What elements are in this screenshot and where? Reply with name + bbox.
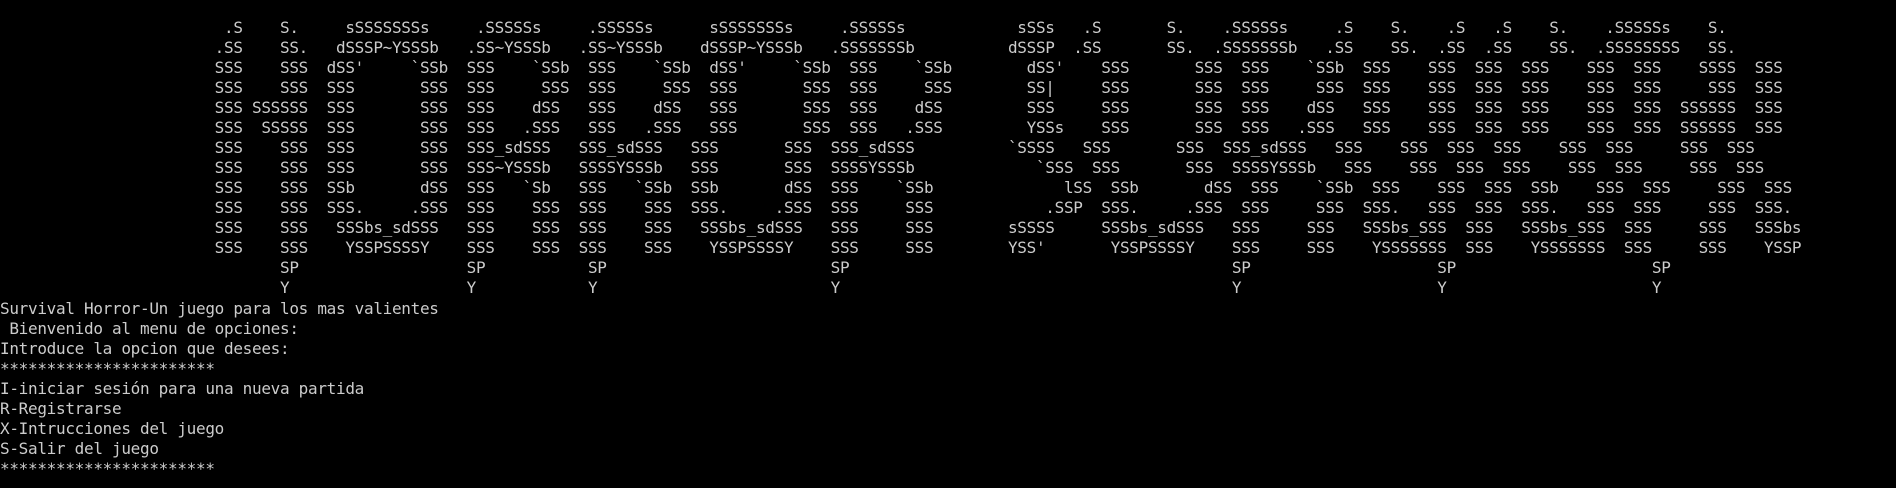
menu-option-login: I-iniciar sesión para una nueva partida (0, 379, 364, 398)
banner-line: SSS SSS dSS' `SSb SSS `SSb SSS `SSb dSS'… (0, 58, 1783, 77)
separator-top: *********************** (0, 359, 215, 378)
banner-line: SSS SSS SSS. .SSS SSS SSS SSS SSS SSS. .… (0, 198, 1793, 217)
console-window: .S S. sSSSSSSSs .SSSSSs .SSSSSs sSSSSSSS… (0, 0, 1896, 488)
menu-option-instructions: X-Intrucciones del juego (0, 419, 224, 438)
banner-line: SSS SSS SSS SSS SSS~YSSSb SSSSYSSSb SSS … (0, 158, 1765, 177)
menu-option-register: R-Registrarse (0, 399, 122, 418)
input-prompt: Introduce la opcion que desees: (0, 339, 290, 358)
banner-line: Y Y Y Y Y Y Y (0, 278, 1662, 297)
game-title: Survival Horror-Un juego para los mas va… (0, 299, 439, 318)
banner-line: SSS SSS YSSPSSSSY SSS SSS SSS SSS YSSPSS… (0, 238, 1802, 257)
menu-option-exit: S-Salir del juego (0, 439, 159, 458)
banner-line: SSS SSS SSS SSS SSS SSS SSS SSS SSS SSS … (0, 78, 1783, 97)
banner-line: SSS SSS SSb dSS SSS `Sb SSS `SSb SSb dSS… (0, 178, 1793, 197)
banner-line: SSS SSS SSSbs_sdSSS SSS SSS SSS SSS SSSb… (0, 218, 1802, 237)
welcome-text: Bienvenido al menu de opciones: (0, 319, 299, 338)
banner-line: .S S. sSSSSSSSs .SSSSSs .SSSSSs sSSSSSSS… (0, 18, 1727, 37)
banner-line: SP SP SP SP SP SP SP (0, 258, 1671, 277)
separator-bottom: *********************** (0, 459, 215, 478)
banner-line: SSS SSSSS SSS SSS SSS .SSS SSS .SSS SSS … (0, 118, 1783, 137)
banner-line: .SS SS. dSSSP~YSSSb .SS~YSSSb .SS~YSSSb … (0, 38, 1737, 57)
banner-line: SSS SSSSSS SSS SSS SSS dSS SSS dSS SSS S… (0, 98, 1783, 117)
banner-line: SSS SSS SSS SSS SSS_sdSSS SSS_sdSSS SSS … (0, 138, 1755, 157)
